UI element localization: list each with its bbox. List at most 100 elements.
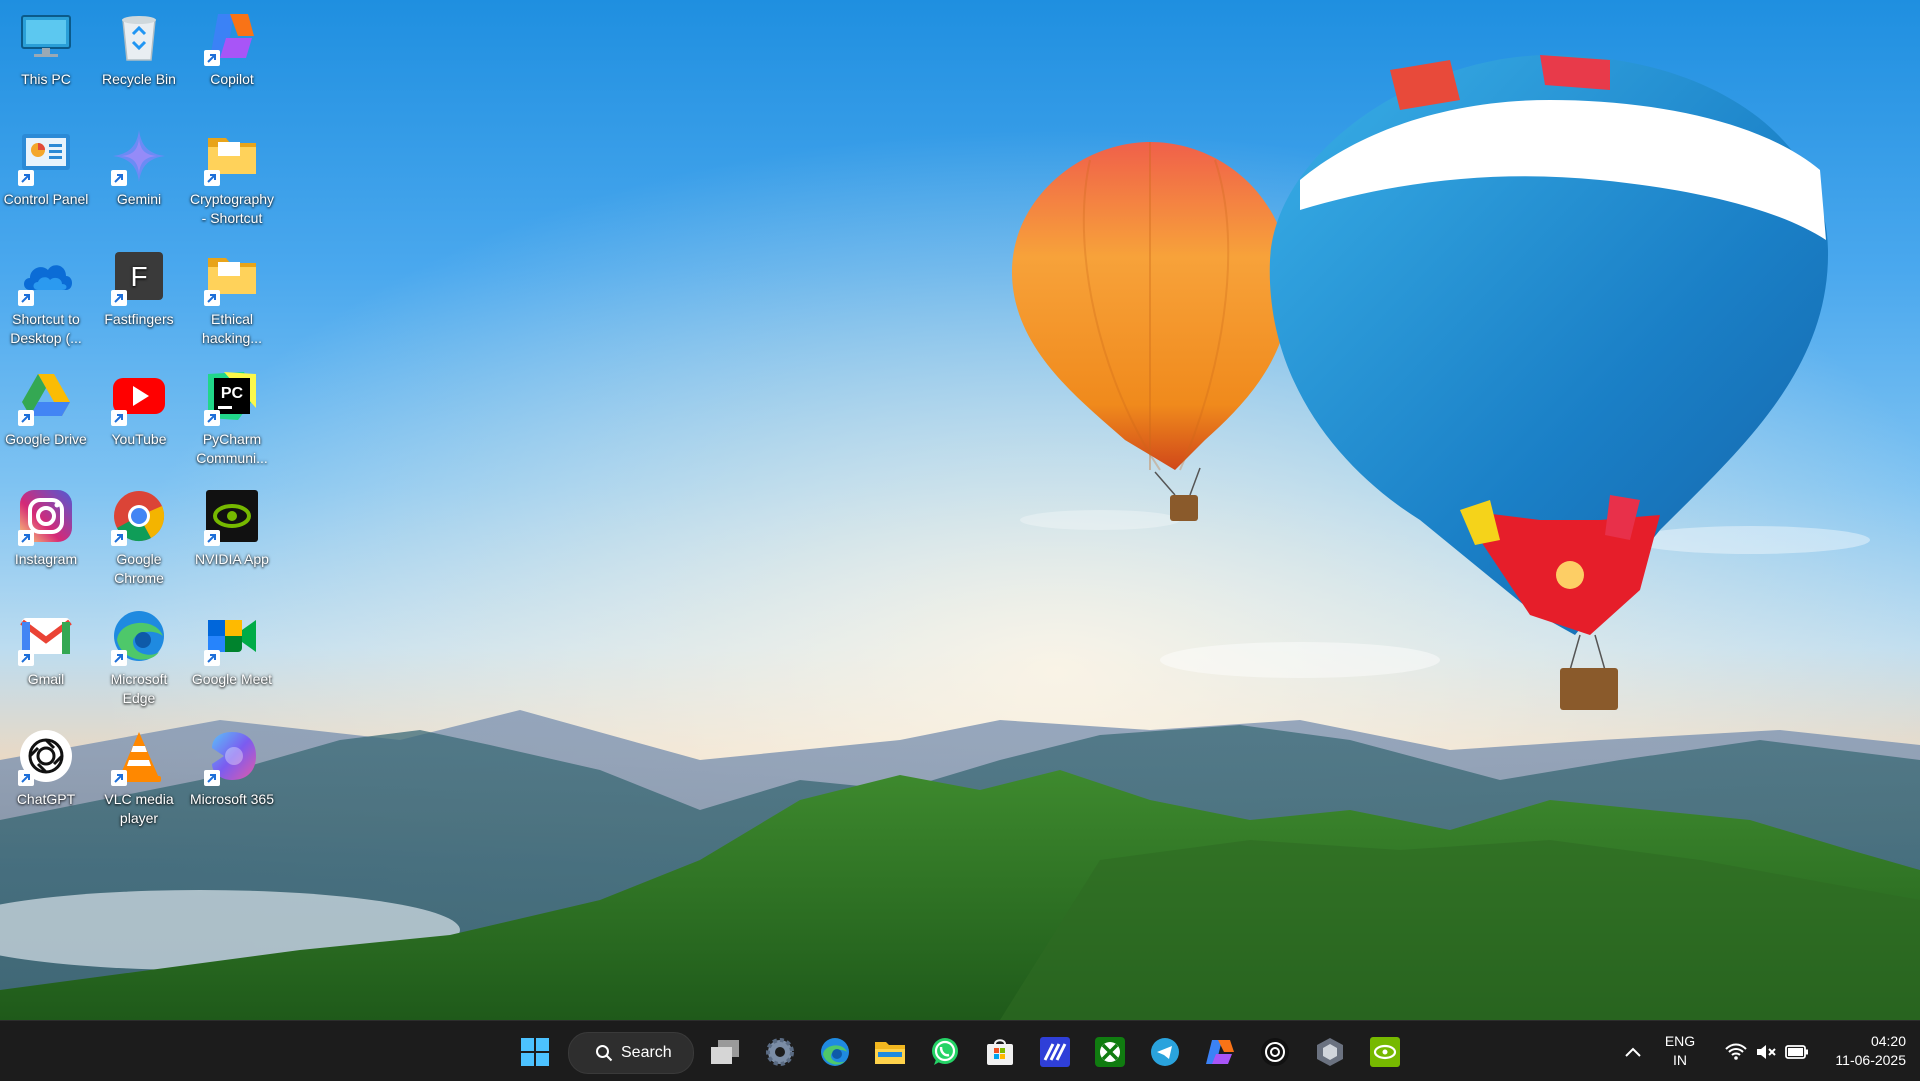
chatgpt-icon <box>1261 1038 1289 1066</box>
shortcut-arrow-icon <box>204 770 220 786</box>
app-button[interactable] <box>1034 1031 1076 1073</box>
desktop-icon-gemini[interactable]: Gemini <box>93 120 185 209</box>
xbox-button[interactable] <box>1089 1031 1131 1073</box>
settings-button[interactable] <box>759 1031 801 1073</box>
desktop-wallpaper <box>0 0 1920 1080</box>
desktop-icon-image <box>16 6 76 66</box>
desktop-icon-control-panel[interactable]: Control Panel <box>0 120 92 209</box>
clock[interactable]: 04:20 11-06-2025 <box>1810 1032 1906 1070</box>
whatsapp-icon <box>932 1038 958 1065</box>
desktop-icon-image <box>109 6 169 66</box>
desktop-icon-chatgpt[interactable]: ChatGPT <box>0 720 92 809</box>
desktop-icon-fastfingers[interactable]: F Fastfingers <box>93 240 185 329</box>
desktop-icon-gmail[interactable]: Gmail <box>0 600 92 689</box>
desktop-icon-instagram[interactable]: Instagram <box>0 480 92 569</box>
file-explorer-button[interactable] <box>869 1031 911 1073</box>
shortcut-arrow-icon <box>18 170 34 186</box>
shortcut-arrow-icon <box>204 650 220 666</box>
desktop-icon-image <box>16 606 76 666</box>
desktop-icon-folder[interactable]: Ethical hacking... <box>186 240 278 348</box>
shortcut-arrow-icon <box>18 770 34 786</box>
shortcut-arrow-icon <box>204 50 220 66</box>
desktop-icon-google-meet[interactable]: Google Meet <box>186 600 278 689</box>
language-indicator[interactable]: ENG IN <box>1660 1032 1700 1070</box>
telegram-icon <box>1151 1038 1179 1066</box>
desktop-icon-image <box>16 246 76 306</box>
settings-icon <box>766 1038 794 1066</box>
desktop-icon-label: Cryptography - Shortcut <box>189 191 275 226</box>
desktop-icon-image <box>16 126 76 186</box>
language-label: ENG <box>1664 1033 1696 1049</box>
desktop-icon-label: ChatGPT <box>16 791 76 807</box>
desktop-icon-microsoft-365[interactable]: Microsoft 365 <box>186 720 278 809</box>
taskbar: Search ENG IN 04:20 11-06-2025 <box>0 1020 1920 1081</box>
nvidia-taskbar-button[interactable] <box>1364 1031 1406 1073</box>
shortcut-arrow-icon <box>111 170 127 186</box>
desktop-icon-image <box>202 126 262 186</box>
search-icon <box>596 1045 613 1062</box>
shortcut-arrow-icon <box>111 770 127 786</box>
desktop-icon-pycharm[interactable]: PC PyCharm Communi... <box>186 360 278 468</box>
desktop-icon-image <box>202 726 262 786</box>
desktop-icon-google-drive[interactable]: Google Drive <box>0 360 92 449</box>
whatsapp-button[interactable] <box>924 1031 966 1073</box>
clock-time: 04:20 <box>1870 1033 1906 1049</box>
search-label: Search <box>621 1044 672 1061</box>
desktop-icon-copilot[interactable]: Copilot <box>186 0 278 89</box>
desktop-icon-label: Microsoft 365 <box>189 791 275 807</box>
shortcut-arrow-icon <box>18 290 34 306</box>
shortcut-arrow-icon <box>111 290 127 306</box>
quick-settings-button[interactable] <box>1712 1031 1822 1073</box>
volume-muted-icon <box>1757 1045 1776 1059</box>
microsoft-store-button[interactable] <box>979 1031 1021 1073</box>
nvidia-icon <box>1370 1037 1400 1067</box>
start-button[interactable] <box>514 1031 556 1073</box>
start-icon <box>521 1038 549 1066</box>
desktop-icon-label: This PC <box>21 71 71 87</box>
desktop-icon-label: Microsoft Edge <box>110 671 168 706</box>
task-view-button[interactable] <box>704 1031 746 1073</box>
desktop-icon-monitor[interactable]: This PC <box>0 0 92 89</box>
desktop-icon-label: Instagram <box>14 551 78 567</box>
app-icon <box>1317 1038 1343 1066</box>
battery-icon <box>1785 1045 1808 1059</box>
shortcut-arrow-icon <box>111 650 127 666</box>
desktop-icon-image <box>202 606 262 666</box>
microsoft-store-icon <box>987 1039 1013 1065</box>
desktop-icon-onedrive[interactable]: Shortcut to Desktop (... <box>0 240 92 348</box>
desktop-icon-chrome[interactable]: Google Chrome <box>93 480 185 588</box>
show-hidden-icons-button[interactable] <box>1612 1031 1654 1073</box>
desktop-icon-label: Fastfingers <box>104 311 174 327</box>
clock-date: 11-06-2025 <box>1835 1052 1906 1068</box>
desktop-icon-label: NVIDIA App <box>195 551 269 567</box>
desktop-icon-image <box>16 726 76 786</box>
shortcut-arrow-icon <box>18 530 34 546</box>
copilot-icon <box>1206 1040 1234 1064</box>
desktop-icon-folder[interactable]: Cryptography - Shortcut <box>186 120 278 228</box>
desktop-icon-nvidia[interactable]: NVIDIA App <box>186 480 278 569</box>
desktop-icon-image <box>109 726 169 786</box>
desktop-icon-vlc[interactable]: VLC media player <box>93 720 185 828</box>
wallpaper-scene <box>0 0 1920 1080</box>
desktop-icon-edge[interactable]: Microsoft Edge <box>93 600 185 708</box>
desktop-icon-youtube[interactable]: YouTube <box>93 360 185 449</box>
desktop-icon-image <box>109 606 169 666</box>
telegram-button[interactable] <box>1144 1031 1186 1073</box>
edge-icon <box>821 1038 849 1066</box>
app-button[interactable] <box>1309 1031 1351 1073</box>
shortcut-arrow-icon <box>111 410 127 426</box>
edge-taskbar-button[interactable] <box>814 1031 856 1073</box>
desktop-icon-image: F <box>109 246 169 306</box>
shortcut-arrow-icon <box>18 650 34 666</box>
shortcut-arrow-icon <box>204 290 220 306</box>
desktop-icon-label: Google Drive <box>5 431 87 447</box>
search-box[interactable]: Search <box>568 1032 694 1074</box>
desktop-icon-recycle-bin[interactable]: Recycle Bin <box>93 0 185 89</box>
desktop-icon-label: VLC media player <box>104 791 174 826</box>
shortcut-arrow-icon <box>18 410 34 426</box>
desktop-icon-image <box>202 246 262 306</box>
desktop-icon-image <box>109 126 169 186</box>
copilot-taskbar-button[interactable] <box>1199 1031 1241 1073</box>
chatgpt-taskbar-button[interactable] <box>1254 1031 1296 1073</box>
desktop-icon-label: Gemini <box>116 191 162 207</box>
